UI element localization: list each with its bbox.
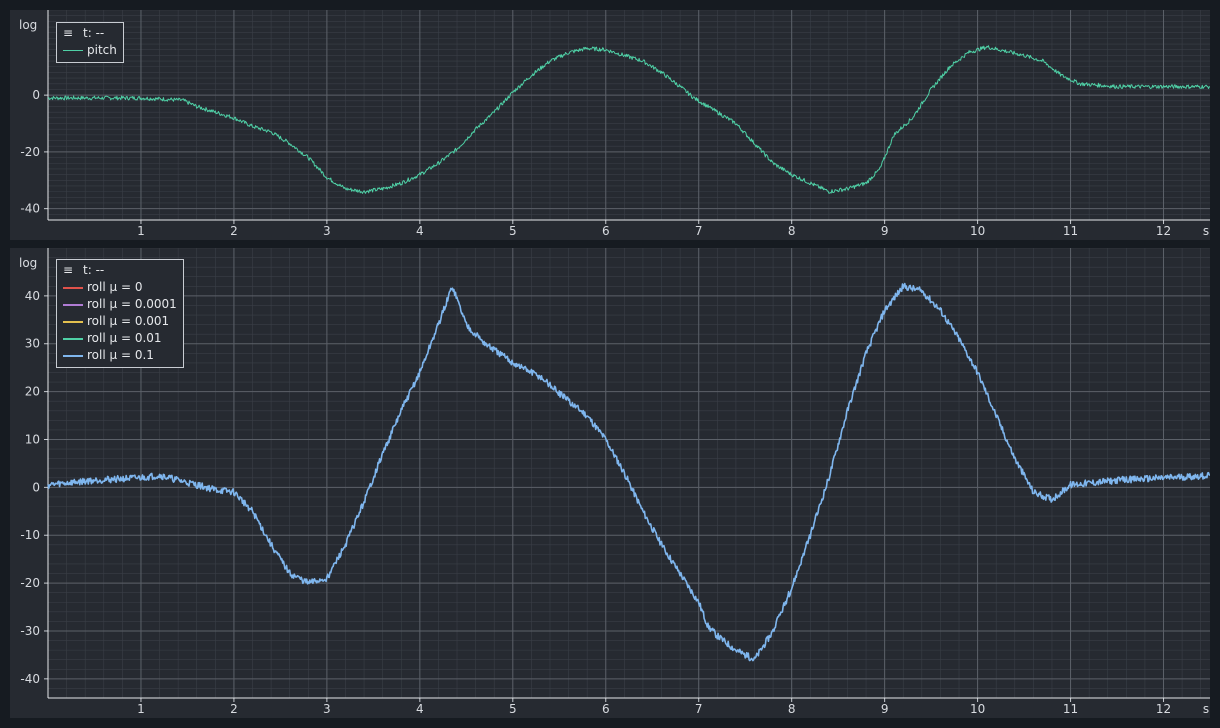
x-tick-label: 3	[323, 224, 331, 238]
x-tick-label: 1	[137, 224, 145, 238]
x-tick-label: 6	[602, 224, 610, 238]
x-tick-label: 8	[788, 702, 796, 716]
y-tick-label: 0	[32, 480, 40, 494]
x-tick-label: 8	[788, 224, 796, 238]
x-tick-label: 5	[509, 702, 517, 716]
x-tick-label: 3	[323, 702, 331, 716]
y-tick-label: 40	[25, 289, 40, 303]
y-tick-label: -20	[20, 576, 40, 590]
x-tick-label: 9	[881, 702, 889, 716]
legend-label: roll μ = 0	[87, 280, 143, 294]
series-line-pitch	[47, 45, 1210, 194]
y-tick-label: 0	[32, 88, 40, 102]
roll-chart[interactable]: 1 2 3 4 5 6 7 8 9 10 11 12 s403020100-10-20-30-40	[10, 248, 1210, 718]
y-tick-label: -30	[20, 624, 40, 638]
x-tick-label: 1	[137, 702, 145, 716]
chart-legend: ≡ t: -- pitch	[56, 22, 124, 63]
roll-chart-panel: log 1 2 3 4 5 6 7 8 9 10 11 12 s 40 30 20 10 0 -10 -20 -30 -4…	[10, 248, 1210, 718]
x-tick-label: 7	[695, 224, 703, 238]
pitch-chart-panel: log 1 2 3 4 5 6 7 8 9 10 11 12 s 0 -20 -40 ≡ t: -- pitc…	[10, 10, 1210, 240]
y-tick-label: 30	[25, 337, 40, 351]
y-tick-label: 20	[25, 385, 40, 399]
chart-legend: ≡ t: -- roll μ = 0 roll μ = 0.0001 roll …	[56, 259, 184, 368]
legend-menu-icon[interactable]: ≡	[63, 25, 73, 42]
x-tick-label: 4	[416, 702, 424, 716]
y-tick-label: 10	[25, 432, 40, 446]
legend-swatch	[63, 303, 83, 306]
x-tick-label: 9	[881, 224, 889, 238]
x-tick-label: 11	[1063, 224, 1078, 238]
x-tick-label: 10	[970, 224, 985, 238]
grid	[47, 248, 1210, 699]
legend-swatch	[63, 50, 83, 51]
x-tick-label: 6	[602, 702, 610, 716]
x-axis-unit-label: s	[1203, 224, 1209, 238]
legend-label: roll μ = 0.001	[87, 314, 170, 328]
legend-label: roll μ = 0.0001	[87, 297, 177, 311]
x-tick-label: 10	[970, 702, 985, 716]
legend-swatch	[63, 337, 83, 340]
y-tick-label: -40	[20, 202, 40, 216]
x-axis-unit-label: s	[1203, 702, 1209, 716]
legend-time-readout: t: --	[83, 26, 105, 40]
legend-swatch	[63, 320, 83, 323]
legend-item-roll-mu-0.01[interactable]: roll μ = 0.01	[63, 330, 177, 347]
legend-label: roll μ = 0.01	[87, 331, 162, 345]
x-tick-label: 2	[230, 702, 238, 716]
y-tick-label: -10	[20, 528, 40, 542]
legend-label: roll μ = 0.1	[87, 348, 154, 362]
legend-item-pitch[interactable]: pitch	[63, 42, 117, 59]
y-tick-label: -20	[20, 145, 40, 159]
x-tick-label: 2	[230, 224, 238, 238]
legend-item-roll-mu-0.001[interactable]: roll μ = 0.001	[63, 313, 177, 330]
legend-time-readout: t: --	[83, 263, 105, 277]
x-tick-label: 7	[695, 702, 703, 716]
legend-item-roll-mu-0.1[interactable]: roll μ = 0.1	[63, 347, 177, 364]
x-tick-label: 12	[1156, 224, 1171, 238]
pitch-chart[interactable]: 1 2 3 4 5 6 7 8 9 10 11 12 s0-20-40	[10, 10, 1210, 240]
x-tick-label: 5	[509, 224, 517, 238]
x-tick-label: 11	[1063, 702, 1078, 716]
y-tick-label: -40	[20, 672, 40, 686]
legend-item-roll-mu-0.0001[interactable]: roll μ = 0.0001	[63, 296, 177, 313]
x-tick-label: 4	[416, 224, 424, 238]
series-line-roll-μ-=-0.1	[47, 282, 1210, 662]
legend-item-roll-mu-0[interactable]: roll μ = 0	[63, 279, 177, 296]
legend-swatch	[63, 354, 83, 357]
legend-swatch	[63, 286, 83, 289]
x-tick-label: 12	[1156, 702, 1171, 716]
legend-label: pitch	[87, 43, 117, 57]
legend-menu-icon[interactable]: ≡	[63, 262, 73, 279]
